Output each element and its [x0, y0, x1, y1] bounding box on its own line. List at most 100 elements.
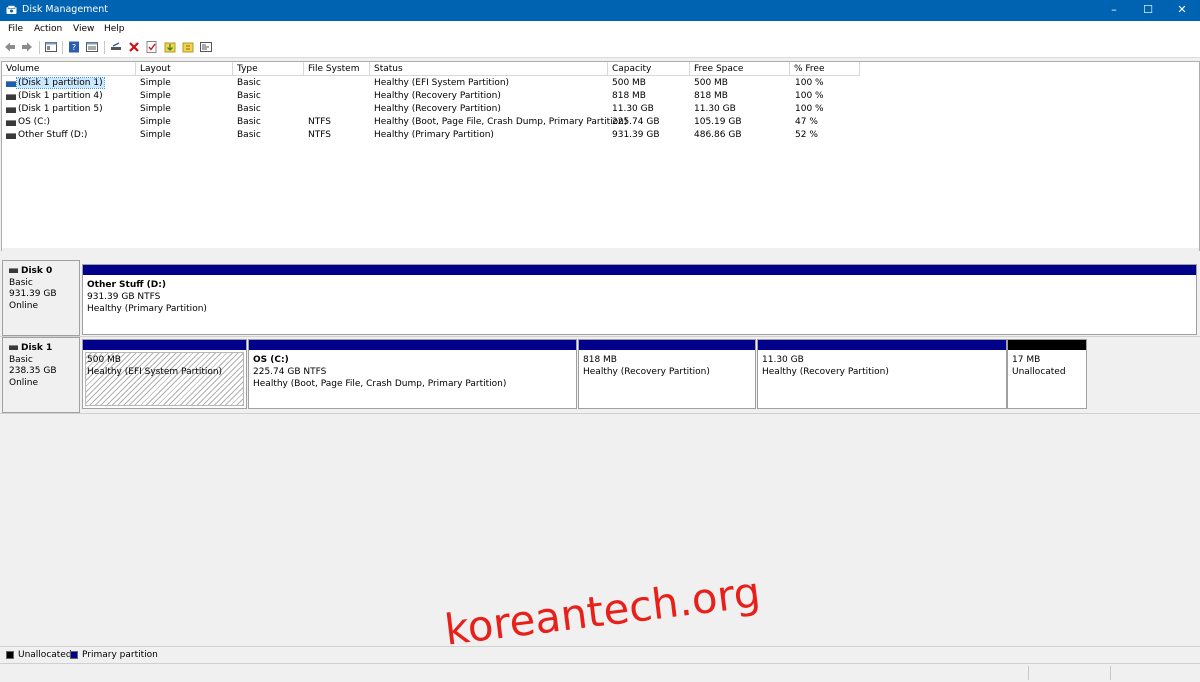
partition-recovery-11gb[interactable]: 11.30 GB Healthy (Recovery Partition) — [757, 339, 1007, 409]
column-header-layout[interactable]: Layout — [136, 62, 233, 76]
partition-other-stuff-d[interactable]: Other Stuff (D:) 931.39 GB NTFS Healthy … — [82, 264, 1197, 335]
volume-layout: Simple — [140, 78, 171, 88]
disk-type: Basic — [9, 354, 33, 365]
help-icon[interactable]: ? — [68, 41, 80, 53]
column-header-percent-free[interactable]: % Free — [790, 62, 860, 76]
column-header-file-system[interactable]: File System — [304, 62, 370, 76]
properties-icon[interactable] — [86, 41, 98, 53]
volume-type: Basic — [237, 130, 261, 140]
disk-row-disk-0: Disk 0 Basic 931.39 GB Online Other Stuf… — [0, 260, 1200, 337]
partition-bar — [83, 340, 246, 350]
volume-percent-free: 52 % — [795, 130, 818, 140]
volume-percent-free: 100 % — [795, 78, 824, 88]
partition-size: 931.39 GB NTFS — [87, 292, 161, 302]
toolbar-separator — [39, 41, 40, 54]
volume-file-system: NTFS — [308, 117, 331, 127]
console-tree-icon[interactable] — [45, 41, 57, 53]
menu-view[interactable]: View — [73, 24, 94, 34]
volume-layout: Simple — [140, 117, 171, 127]
disk-type: Basic — [9, 277, 33, 288]
partition-status: Healthy (Recovery Partition) — [762, 367, 889, 377]
partition-size: 500 MB — [87, 355, 121, 365]
maximize-button[interactable]: ☐ — [1131, 0, 1165, 21]
disk-info-disk-1[interactable]: Disk 1 Basic 238.35 GB Online — [2, 337, 80, 413]
legend-swatch-primary — [70, 651, 78, 659]
partition-bar — [758, 340, 1006, 350]
partition-size: 225.74 GB NTFS — [253, 367, 327, 377]
partition-status: Healthy (EFI System Partition) — [87, 367, 223, 377]
menu-bar: File Action View Help — [0, 21, 1200, 38]
volume-capacity: 931.39 GB — [612, 130, 660, 140]
connect-icon[interactable] — [110, 41, 122, 53]
delete-icon[interactable] — [128, 41, 140, 53]
partition-unallocated[interactable]: 17 MB Unallocated — [1007, 339, 1087, 409]
toolbar-separator — [62, 41, 63, 54]
minimize-button[interactable]: – — [1097, 0, 1131, 21]
column-header-capacity[interactable]: Capacity — [608, 62, 690, 76]
volume-file-system: NTFS — [308, 130, 331, 140]
volume-name: (Disk 1 partition 4) — [18, 91, 103, 101]
volume-percent-free: 100 % — [795, 91, 824, 101]
volume-icon — [6, 133, 16, 139]
close-button[interactable]: ✕ — [1165, 0, 1199, 21]
volume-type: Basic — [237, 117, 261, 127]
volume-capacity: 225.74 GB — [612, 117, 660, 127]
volume-capacity: 11.30 GB — [612, 104, 654, 114]
status-bar — [0, 663, 1200, 682]
legend: Unallocated Primary partition — [0, 646, 1200, 663]
volume-name: (Disk 1 partition 1) — [16, 77, 105, 89]
settings-icon[interactable] — [200, 41, 212, 53]
partition-efi-system[interactable]: 500 MB Healthy (EFI System Partition) — [82, 339, 247, 409]
volume-icon — [6, 120, 16, 126]
volume-name: OS (C:) — [18, 117, 50, 127]
menu-action[interactable]: Action — [34, 24, 62, 34]
disk-name: Disk 1 — [21, 343, 53, 353]
forward-arrow-icon[interactable] — [21, 41, 33, 53]
volume-type: Basic — [237, 78, 261, 88]
volume-status: Healthy (Recovery Partition) — [374, 91, 501, 101]
check-icon[interactable] — [146, 41, 158, 53]
menu-help[interactable]: Help — [104, 24, 125, 34]
volume-icon — [6, 107, 16, 113]
disk-state: Online — [9, 377, 39, 388]
partition-recovery-818mb[interactable]: 818 MB Healthy (Recovery Partition) — [578, 339, 756, 409]
partition-status: Healthy (Boot, Page File, Crash Dump, Pr… — [253, 379, 507, 389]
volume-list[interactable]: Volume Layout Type File System Status Ca… — [1, 61, 1200, 252]
status-segment — [1110, 666, 1111, 680]
partition-name: OS (C:) — [253, 355, 289, 365]
partition-size: 17 MB — [1012, 355, 1041, 365]
volume-status: Healthy (EFI System Partition) — [374, 78, 510, 88]
column-header-type[interactable]: Type — [233, 62, 304, 76]
legend-label-unallocated: Unallocated — [18, 650, 72, 660]
import-icon[interactable] — [164, 41, 176, 53]
partition-bar — [1008, 340, 1086, 350]
volume-layout: Simple — [140, 130, 171, 140]
toolbar-separator — [104, 41, 105, 54]
volume-percent-free: 47 % — [795, 117, 818, 127]
svg-text:?: ? — [72, 43, 76, 52]
column-header-volume[interactable]: Volume — [2, 62, 136, 76]
disk-name: Disk 0 — [21, 266, 53, 276]
back-arrow-icon[interactable] — [4, 41, 16, 53]
volume-percent-free: 100 % — [795, 104, 824, 114]
disk-row-disk-1: Disk 1 Basic 238.35 GB Online 500 MB Hea… — [0, 337, 1200, 414]
partition-size: 818 MB — [583, 355, 617, 365]
partition-os-c[interactable]: OS (C:) 225.74 GB NTFS Healthy (Boot, Pa… — [248, 339, 577, 409]
volume-icon — [6, 94, 16, 100]
volume-free-space: 486.86 GB — [694, 130, 742, 140]
menu-file[interactable]: File — [8, 24, 23, 34]
rescan-icon[interactable] — [182, 41, 194, 53]
volume-free-space: 11.30 GB — [694, 104, 736, 114]
legend-label-primary: Primary partition — [82, 650, 158, 660]
partition-status: Healthy (Primary Partition) — [87, 304, 207, 314]
disk-info-disk-0[interactable]: Disk 0 Basic 931.39 GB Online — [2, 260, 80, 336]
disk-size: 931.39 GB — [9, 289, 57, 299]
column-header-free-space[interactable]: Free Space — [690, 62, 790, 76]
volume-free-space: 105.19 GB — [694, 117, 742, 127]
volume-status: Healthy (Recovery Partition) — [374, 104, 501, 114]
volume-icon — [6, 81, 16, 87]
toolbar: ? — [0, 38, 1200, 58]
column-header-status[interactable]: Status — [370, 62, 608, 76]
status-segment — [1028, 666, 1029, 680]
volume-name: Other Stuff (D:) — [18, 130, 88, 140]
